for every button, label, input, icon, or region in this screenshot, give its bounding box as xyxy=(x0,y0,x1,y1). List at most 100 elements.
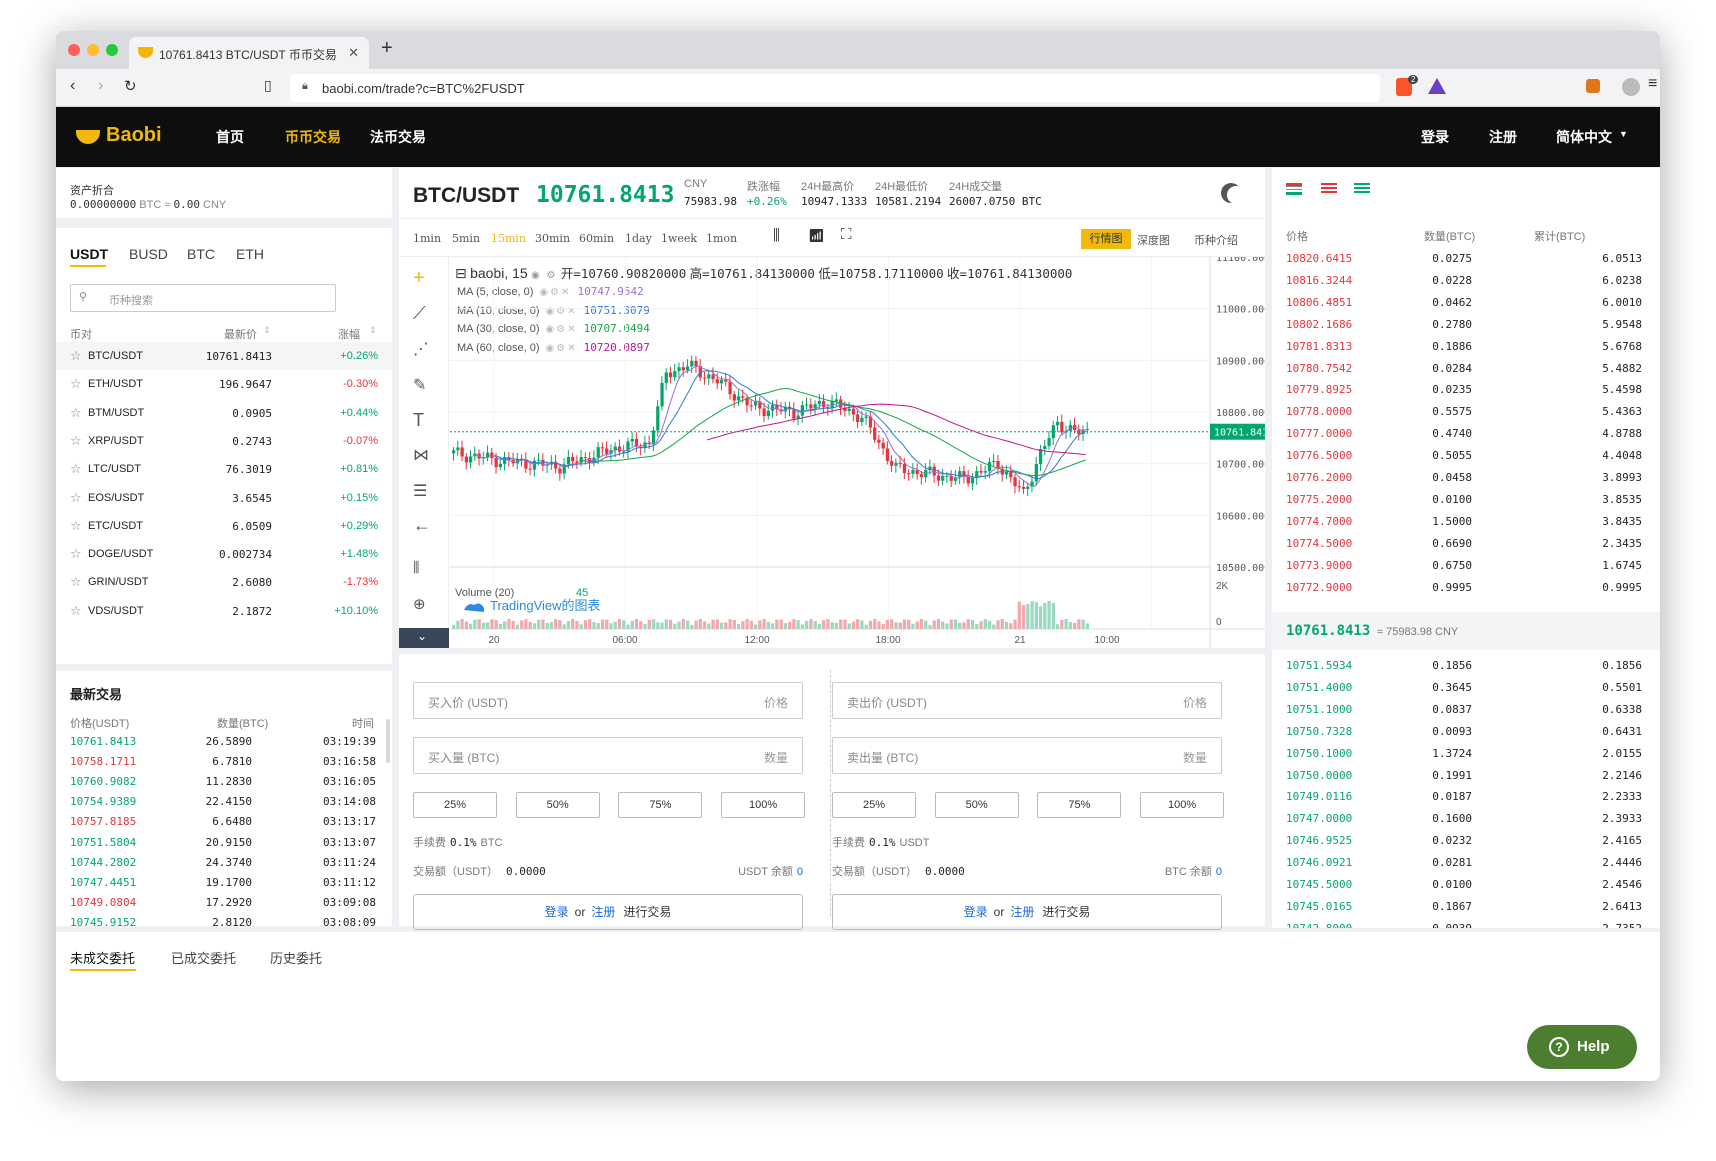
amount-input[interactable]: 卖出量 (BTC) 数量 xyxy=(832,737,1222,774)
nav-spot-trading[interactable]: 币币交易 xyxy=(285,107,341,167)
pair-row[interactable]: ☆ DOGE/USDT 0.002734 +1.48% xyxy=(56,540,392,568)
orderbook-row[interactable]: 10742.8000 0.0939 2.7352 xyxy=(1272,918,1660,928)
col-last-price[interactable]: 最新价 xyxy=(224,326,257,342)
orderbook-row[interactable]: 10747.0000 0.1600 2.3933 xyxy=(1272,808,1660,829)
book-asks-icon[interactable] xyxy=(1321,183,1337,195)
zoom-window-icon[interactable] xyxy=(106,44,118,56)
interval-1mon[interactable]: 1mon xyxy=(706,232,737,245)
orderbook-row[interactable]: 10745.0165 0.1867 2.6413 xyxy=(1272,896,1660,917)
orderbook-row[interactable]: 10820.6415 0.0275 6.0513 xyxy=(1272,248,1660,269)
interval-1min[interactable]: 1min xyxy=(413,232,441,245)
tab-filled-orders[interactable]: 已成交委托 xyxy=(171,948,236,967)
orderbook-row[interactable]: 10781.8313 0.1886 5.6768 xyxy=(1272,336,1660,357)
login-to-trade-button[interactable]: 登录 or 注册 进行交易 xyxy=(832,894,1222,930)
fib-icon[interactable]: ⋰ xyxy=(413,339,435,361)
interval-1week[interactable]: 1week xyxy=(661,232,697,245)
reload-icon[interactable]: ↻ xyxy=(124,77,137,95)
forward-icon[interactable]: › xyxy=(98,77,103,95)
pair-row[interactable]: ☆ VDS/USDT 2.1872 +10.10% xyxy=(56,597,392,625)
orderbook-row[interactable]: 10778.0000 0.5575 5.4363 xyxy=(1272,401,1660,422)
star-icon[interactable]: ☆ xyxy=(70,433,82,449)
orderbook-row[interactable]: 10746.9525 0.0232 2.4165 xyxy=(1272,830,1660,851)
nav-home[interactable]: 首页 xyxy=(216,107,244,167)
book-both-icon[interactable] xyxy=(1286,183,1302,195)
rewards-icon[interactable] xyxy=(1428,78,1446,94)
back-icon[interactable]: ‹ xyxy=(70,77,75,95)
star-icon[interactable]: ☆ xyxy=(70,518,82,534)
back-arrow-icon[interactable]: ← xyxy=(413,515,435,537)
interval-30min[interactable]: 30min xyxy=(535,232,570,245)
pair-row[interactable]: ☆ ETC/USDT 6.0509 +0.29% xyxy=(56,512,392,540)
orderbook-row[interactable]: 10750.7328 0.0093 0.6431 xyxy=(1272,721,1660,742)
cta-register-link[interactable]: 注册 xyxy=(591,905,615,919)
star-icon[interactable]: ☆ xyxy=(70,376,82,392)
market-tab-busd[interactable]: BUSD xyxy=(129,246,168,262)
crosshair-icon[interactable]: + xyxy=(413,267,435,289)
trendline-icon[interactable]: ⟋ xyxy=(413,303,435,325)
orderbook-row[interactable]: 10751.4000 0.3645 0.5501 xyxy=(1272,677,1660,698)
profile-icon[interactable] xyxy=(1622,78,1640,96)
tab-open-orders[interactable]: 未成交委托 xyxy=(70,948,135,967)
orderbook-row[interactable]: 10777.0000 0.4740 4.8788 xyxy=(1272,423,1660,444)
view-kline[interactable]: 行情图 xyxy=(1081,229,1131,249)
view-coin-info[interactable]: 币种介绍 xyxy=(1194,232,1238,248)
sort-icon[interactable]: ⇕ xyxy=(263,325,271,336)
cta-login-link[interactable]: 登录 xyxy=(545,905,569,919)
help-button[interactable]: ? Help xyxy=(1527,1025,1637,1069)
price-input[interactable]: 买入价 (USDT) 价格 xyxy=(413,682,803,719)
collapse-toolbar-button[interactable]: ⌄ xyxy=(399,628,449,648)
indicators-icon[interactable]: 📶︎ xyxy=(808,228,825,244)
pair-row[interactable]: ☆ XRP/USDT 0.2743 -0.07% xyxy=(56,427,392,455)
market-tab-btc[interactable]: BTC xyxy=(187,246,215,262)
percent-button-50[interactable]: 50% xyxy=(515,792,600,818)
star-icon[interactable]: ☆ xyxy=(70,603,82,619)
percent-button-25[interactable]: 25% xyxy=(413,792,497,818)
star-icon[interactable]: ☆ xyxy=(70,461,82,477)
zoom-in-icon[interactable]: ⊕ xyxy=(413,595,435,617)
orderbook-row[interactable]: 10780.7542 0.0284 5.4882 xyxy=(1272,358,1660,379)
dark-mode-icon[interactable] xyxy=(1227,186,1245,204)
percent-button-100[interactable]: 100% xyxy=(1140,792,1225,818)
pair-row[interactable]: ☆ BTC/USDT 10761.8413 +0.26% xyxy=(56,342,392,370)
market-tab-eth[interactable]: ETH xyxy=(236,246,264,262)
scrollbar[interactable] xyxy=(386,719,390,763)
star-icon[interactable]: ☆ xyxy=(70,348,82,364)
minimize-window-icon[interactable] xyxy=(87,44,99,56)
pattern-icon[interactable]: ⋈ xyxy=(413,445,435,467)
percent-button-75[interactable]: 75% xyxy=(618,792,703,818)
close-window-icon[interactable] xyxy=(68,44,80,56)
sort-icon[interactable]: ⇕ xyxy=(369,325,377,336)
market-tab-usdt[interactable]: USDT xyxy=(70,246,108,262)
orderbook-row[interactable]: 10775.2000 0.0100 3.8535 xyxy=(1272,489,1660,510)
orderbook-row[interactable]: 10776.2000 0.0458 3.8993 xyxy=(1272,467,1660,488)
register-link[interactable]: 注册 xyxy=(1489,107,1517,167)
price-input[interactable]: 卖出价 (USDT) 价格 xyxy=(832,682,1222,719)
login-to-trade-button[interactable]: 登录 or 注册 进行交易 xyxy=(413,894,803,930)
pair-row[interactable]: ☆ ETH/USDT 196.9647 -0.30% xyxy=(56,370,392,398)
orderbook-row[interactable]: 10806.4851 0.0462 6.0010 xyxy=(1272,292,1660,313)
bookmark-icon[interactable]: ▯ xyxy=(264,77,272,94)
interval-5min[interactable]: 5min xyxy=(452,232,480,245)
text-tool-icon[interactable]: T xyxy=(413,410,435,432)
orderbook-row[interactable]: 10746.0921 0.0281 2.4446 xyxy=(1272,852,1660,873)
orderbook-row[interactable]: 10774.5000 0.6690 2.3435 xyxy=(1272,533,1660,554)
candles-icon[interactable]: ⫼ xyxy=(413,559,435,581)
price-chart[interactable]: 11100.00000000 11000.00000000 10900.000000… xyxy=(450,257,1265,648)
tradingview-watermark[interactable]: TradingView的图表 xyxy=(490,598,601,613)
orderbook-row[interactable]: 10749.0116 0.0187 2.2333 xyxy=(1272,786,1660,807)
brush-icon[interactable]: ✎ xyxy=(413,375,435,397)
interval-60min[interactable]: 60min xyxy=(579,232,614,245)
pair-row[interactable]: ☆ GRIN/USDT 2.6080 -1.73% xyxy=(56,568,392,596)
pair-row[interactable]: ☆ EOS/USDT 3.6545 +0.15% xyxy=(56,484,392,512)
view-depth[interactable]: 深度图 xyxy=(1137,232,1170,248)
pair-row[interactable]: ☆ LTC/USDT 76.3019 +0.81% xyxy=(56,455,392,483)
orderbook-row[interactable]: 10816.3244 0.0228 6.0238 xyxy=(1272,270,1660,291)
orderbook-row[interactable]: 10751.5934 0.1856 0.1856 xyxy=(1272,655,1660,676)
nav-otc-trading[interactable]: 法币交易 xyxy=(370,107,426,167)
logo-text[interactable]: Baobi xyxy=(106,124,162,147)
star-icon[interactable]: ☆ xyxy=(70,574,82,590)
url-field[interactable]: 🔒︎ baobi.com/trade?c=BTC%2FUSDT xyxy=(290,74,1380,102)
col-change[interactable]: 涨幅 xyxy=(338,326,360,342)
tab-order-history[interactable]: 历史委托 xyxy=(270,948,322,967)
book-bids-icon[interactable] xyxy=(1354,183,1370,195)
